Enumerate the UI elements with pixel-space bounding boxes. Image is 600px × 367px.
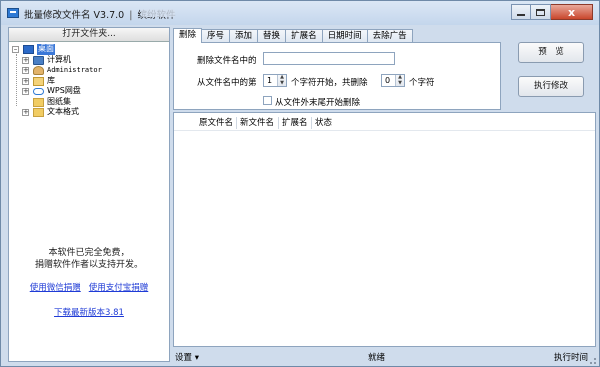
tree-item-label: 计算机 (47, 54, 71, 64)
start-position-stepper[interactable]: 1 ▲ ▼ (263, 74, 287, 87)
file-table[interactable]: 原文件名 新文件名 扩展名 状态 (173, 112, 596, 347)
donate-links: 使用微信捐赠 使用支付宝捐赠 (9, 281, 169, 293)
delete-in-name-label: 删除文件名中的 (197, 56, 257, 66)
tab-extension[interactable]: 扩展名 (285, 29, 323, 43)
tree-item-label: WPS网盘 (47, 86, 81, 95)
cloud-icon (33, 88, 44, 95)
maximize-button[interactable] (531, 4, 551, 20)
tree-item-library[interactable]: + 库 (12, 76, 168, 87)
folder-tree[interactable]: – 桌面 + 计算机 + Administrator + 库 + WPS网盘 图… (12, 44, 168, 118)
folder-icon (33, 108, 44, 117)
minimize-button[interactable] (511, 4, 531, 20)
table-header-divider (174, 130, 595, 131)
title-blurred-region (141, 9, 175, 17)
app-icon (7, 8, 19, 18)
expand-toggle[interactable]: + (22, 67, 29, 74)
execution-time-label: 执行时间 (553, 353, 588, 363)
desktop-icon (23, 45, 34, 54)
start-suffix-label: 个字符开始，共删除 (291, 78, 368, 88)
preview-button[interactable]: 预 览 (518, 42, 584, 63)
tab-delete[interactable]: 删除 (173, 28, 203, 43)
expand-toggle[interactable]: + (22, 88, 29, 95)
title-separator: | (129, 10, 133, 21)
tree-item-label: 图纸集 (47, 96, 71, 106)
from-position-label: 从文件名中的第 (197, 78, 257, 88)
tab-bar: 删除 序号 添加 替换 扩展名 日期时间 去除广告 (173, 28, 413, 43)
from-end-checkbox[interactable] (263, 96, 272, 105)
maximize-icon (536, 8, 545, 16)
from-end-checkbox-label: 从文件外末尾开始删除 (275, 98, 361, 108)
resize-grip-icon[interactable] (590, 358, 596, 364)
donate-alipay-link[interactable]: 使用支付宝捐赠 (89, 283, 149, 293)
collapse-toggle[interactable]: – (12, 46, 19, 53)
column-header-extension[interactable]: 扩展名 (279, 117, 312, 129)
count-suffix-label: 个字符 (409, 78, 435, 88)
title-app-name: 批量修改文件名 V3.7.0 (24, 10, 125, 21)
settings-menu-button[interactable]: 设置 ▾ (175, 351, 199, 366)
main-window: 批量修改文件名 V3.7.0 | 缤纷软件 x 打开文件夹... – 桌面 + … (0, 0, 600, 367)
tree-item-label: 桌面 (37, 44, 55, 55)
tree-item-text-format[interactable]: + 文本格式 (12, 107, 168, 118)
open-folder-button[interactable]: 打开文件夹... (9, 28, 169, 42)
tree-item-computer[interactable]: + 计算机 (12, 55, 168, 66)
start-position-value: 1 (267, 76, 273, 85)
table-header-spacer (174, 117, 196, 129)
table-header: 原文件名 新文件名 扩展名 状态 (174, 117, 352, 129)
expand-toggle[interactable]: + (22, 77, 29, 85)
tree-item-drawings[interactable]: 图纸集 (12, 97, 168, 108)
window-controls: x (511, 4, 593, 20)
free-software-notice: 本软件已完全免费， 捐赠软件作者以支持开发。 (9, 247, 169, 271)
column-header-status[interactable]: 状态 (312, 117, 352, 129)
tab-remove-ads[interactable]: 去除广告 (366, 29, 413, 43)
user-folder-icon (33, 66, 44, 75)
tree-item-wps-cloud[interactable]: + WPS网盘 (12, 86, 168, 97)
tree-item-label: 文本格式 (47, 107, 79, 116)
title-bar: 批量修改文件名 V3.7.0 | 缤纷软件 x (1, 1, 599, 25)
donate-wechat-link[interactable]: 使用微信捐赠 (30, 283, 81, 293)
minimize-icon (517, 13, 525, 16)
column-header-original-name[interactable]: 原文件名 (196, 117, 237, 129)
tree-item-label: 库 (47, 75, 55, 85)
free-notice-line1: 本软件已完全免费， (48, 248, 130, 258)
download-latest-link[interactable]: 下载最新版本3.81 (9, 306, 169, 318)
tab-replace[interactable]: 替换 (257, 29, 287, 43)
delete-text-input[interactable] (263, 52, 395, 65)
status-bar: 设置 ▾ 就绪 执行时间 (173, 351, 596, 366)
library-icon (33, 76, 44, 86)
delete-count-stepper[interactable]: 0 ▲ ▼ (381, 74, 405, 87)
tab-sequence[interactable]: 序号 (201, 29, 231, 43)
status-text: 就绪 (368, 353, 386, 363)
computer-icon (33, 55, 44, 65)
execute-button[interactable]: 执行修改 (518, 76, 584, 97)
close-button[interactable]: x (551, 4, 593, 20)
folder-icon (33, 97, 44, 107)
tree-item-desktop[interactable]: – 桌面 (12, 44, 168, 55)
tree-item-label: Administrator (47, 66, 102, 74)
column-header-new-name[interactable]: 新文件名 (237, 117, 279, 129)
action-button-group: 预 览 执行修改 (506, 42, 596, 110)
delete-tab-panel: 删除文件名中的 从文件名中的第 1 ▲ ▼ 个字符开始，共删除 0 ▲ ▼ 个字符 … (173, 42, 501, 110)
tab-add[interactable]: 添加 (229, 29, 259, 43)
expand-toggle[interactable]: + (22, 56, 29, 64)
delete-count-value: 0 (385, 76, 391, 85)
stepper-arrows-icon[interactable]: ▲ ▼ (279, 74, 285, 86)
expand-toggle[interactable]: + (22, 109, 29, 116)
tab-datetime[interactable]: 日期时间 (321, 29, 368, 43)
left-panel: 打开文件夹... – 桌面 + 计算机 + Administrator + 库 (8, 27, 170, 362)
tree-item-administrator[interactable]: + Administrator (12, 65, 168, 76)
stepper-arrows-icon[interactable]: ▲ ▼ (397, 74, 403, 86)
free-notice-line2: 捐赠软件作者以支持开发。 (34, 260, 143, 270)
